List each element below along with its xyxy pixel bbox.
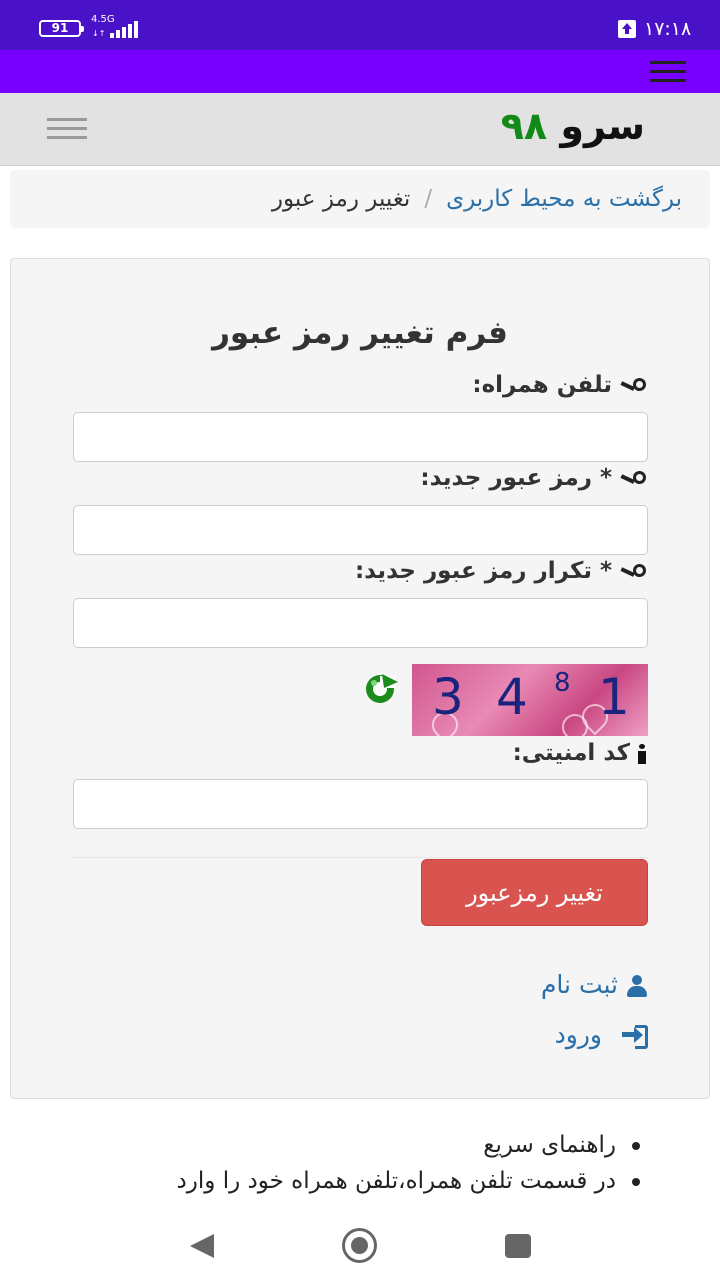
list-item: راهنمای سریع	[483, 1127, 640, 1163]
breadcrumb: برگشت به محیط کاربری / تغییر رمز عبور	[10, 170, 710, 228]
signal-icon	[110, 21, 138, 38]
status-bar: 91 4.5G ↓↑ ۱۷:۱۸	[0, 0, 720, 50]
back-icon[interactable]	[190, 1234, 214, 1258]
info-icon	[636, 743, 648, 765]
site-header: سرو ۹۸	[0, 93, 720, 166]
menu-toggle-icon[interactable]	[47, 118, 87, 140]
captcha-input[interactable]	[73, 779, 648, 829]
phone-input[interactable]	[73, 412, 648, 462]
form-divider	[72, 857, 648, 858]
login-link[interactable]: ورود	[555, 1019, 648, 1051]
captcha-digit: 4	[496, 668, 528, 726]
phone-label: تلفن همراه:	[472, 370, 648, 400]
status-time: ۱۷:۱۸	[644, 18, 692, 40]
logo-number: ۹۸	[500, 104, 548, 148]
change-password-button[interactable]: تغییر رمزعبور	[421, 859, 648, 926]
breadcrumb-separator: /	[424, 186, 433, 212]
repeat-password-input[interactable]	[73, 598, 648, 648]
new-password-label: * رمز عبور جدید:	[420, 463, 648, 493]
captcha-digit: 1	[598, 668, 630, 726]
refresh-icon[interactable]	[360, 672, 400, 704]
user-icon	[626, 975, 648, 997]
battery-level: 91	[51, 21, 69, 35]
upload-icon	[618, 20, 636, 38]
hamburger-icon[interactable]	[650, 61, 686, 83]
home-icon[interactable]	[342, 1228, 377, 1263]
network-arrows: ↓↑	[92, 29, 106, 38]
captcha-digit: 3	[432, 668, 464, 726]
captcha-image: 3 4 8 1	[412, 664, 648, 736]
key-icon	[618, 469, 648, 489]
repeat-password-label: * تکرار رمز عبور جدید:	[355, 556, 648, 586]
battery-icon: 91	[39, 20, 84, 37]
register-link[interactable]: ثبت نام	[541, 969, 648, 1001]
list-item: در قسمت تلفن همراه،تلفن همراه خود را وار…	[177, 1163, 640, 1199]
new-password-input[interactable]	[73, 505, 648, 555]
key-icon	[618, 376, 648, 396]
sign-in-icon	[620, 1025, 648, 1049]
recent-apps-icon[interactable]	[505, 1234, 531, 1258]
captcha-label: کد امنیتی:	[513, 738, 648, 768]
key-icon	[618, 562, 648, 582]
site-logo[interactable]: سرو ۹۸	[501, 103, 645, 149]
captcha-digit: 8	[554, 668, 571, 698]
form-title: فرم تغییر رمز عبور	[212, 315, 508, 351]
breadcrumb-current: تغییر رمز عبور	[271, 186, 411, 212]
logo-word: سرو	[560, 104, 645, 148]
system-nav-bar	[0, 1212, 720, 1280]
top-nav	[0, 50, 720, 93]
breadcrumb-back-link[interactable]: برگشت به محیط کاربری	[446, 186, 682, 212]
